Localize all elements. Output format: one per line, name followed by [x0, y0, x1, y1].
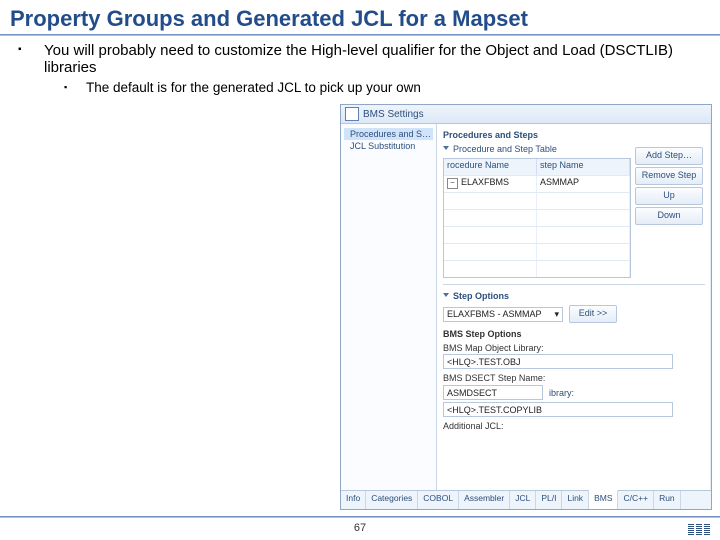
panel-title: BMS Settings	[363, 109, 424, 120]
twist-icon	[443, 146, 449, 150]
copylib-field[interactable]: <HLQ>.TEST.COPYLIB	[443, 402, 673, 417]
tab-pli[interactable]: PL/I	[536, 491, 562, 509]
nav-jcl-substitution[interactable]: JCL Substitution	[344, 140, 433, 152]
tab-run[interactable]: Run	[654, 491, 681, 509]
tab-link[interactable]: Link	[562, 491, 589, 509]
logo	[688, 524, 710, 536]
bullet-level-2: The default is for the generated JCL to …	[86, 80, 680, 95]
section-procedures: Procedures and Steps	[443, 130, 705, 140]
divider	[443, 284, 705, 285]
nav-procedures[interactable]: Procedures and Steps	[344, 128, 433, 140]
remove-step-button[interactable]: Remove Step	[635, 167, 703, 185]
tab-cobol[interactable]: COBOL	[418, 491, 459, 509]
tab-jcl[interactable]: JCL	[510, 491, 536, 509]
table-row-proc[interactable]: −ELAXFBMS	[444, 176, 537, 192]
panel-header: BMS Settings	[341, 105, 711, 124]
tab-cpp[interactable]: C/C++	[618, 491, 654, 509]
up-button[interactable]: Up	[635, 187, 703, 205]
panel-nav: Procedures and Steps JCL Substitution	[341, 124, 437, 492]
bms-settings-panel: BMS Settings Procedures and Steps JCL Su…	[340, 104, 712, 510]
bms-step-options-label: BMS Step Options	[443, 329, 705, 339]
map-object-library-field[interactable]: <HLQ>.TEST.OBJ	[443, 354, 673, 369]
down-button[interactable]: Down	[635, 207, 703, 225]
panel-content: Procedures and Steps Procedure and Step …	[437, 124, 711, 492]
dsect-step-name-field[interactable]: ASMDSECT	[443, 385, 543, 400]
title-rule	[0, 34, 720, 36]
procedure-table: rocedure Name step Name −ELAXFBMS ASMMAP	[443, 158, 631, 278]
tab-categories[interactable]: Categories	[366, 491, 418, 509]
twist-icon	[443, 293, 449, 297]
step-select[interactable]: ELAXFBMS - ASMMAP▾	[443, 307, 563, 322]
page-number: 67	[354, 522, 366, 534]
col-step-name: step Name	[537, 159, 630, 175]
library-suffix-label: ibrary:	[549, 388, 574, 398]
add-step-button[interactable]: Add Step…	[635, 147, 703, 165]
footer: 67	[0, 516, 720, 540]
col-procedure-name: rocedure Name	[444, 159, 537, 175]
slide-title: Property Groups and Generated JCL for a …	[0, 0, 720, 34]
collapse-icon[interactable]: −	[447, 178, 458, 189]
tab-bar: Info Categories COBOL Assembler JCL PL/I…	[341, 490, 711, 509]
additional-jcl-label: Additional JCL:	[443, 421, 705, 431]
section-step-options: Step Options	[443, 291, 705, 301]
tab-info[interactable]: Info	[341, 491, 366, 509]
tab-bms[interactable]: BMS	[589, 490, 618, 509]
edit-button[interactable]: Edit >>	[569, 305, 617, 323]
settings-icon	[345, 107, 359, 121]
table-row-step[interactable]: ASMMAP	[537, 176, 630, 192]
tab-assembler[interactable]: Assembler	[459, 491, 510, 509]
bullet-level-1: You will probably need to customize the …	[44, 42, 680, 76]
map-object-library-label: BMS Map Object Library:	[443, 343, 705, 353]
dsect-step-name-label: BMS DSECT Step Name:	[443, 373, 705, 383]
button-column: Add Step… Remove Step Up Down	[635, 147, 703, 225]
